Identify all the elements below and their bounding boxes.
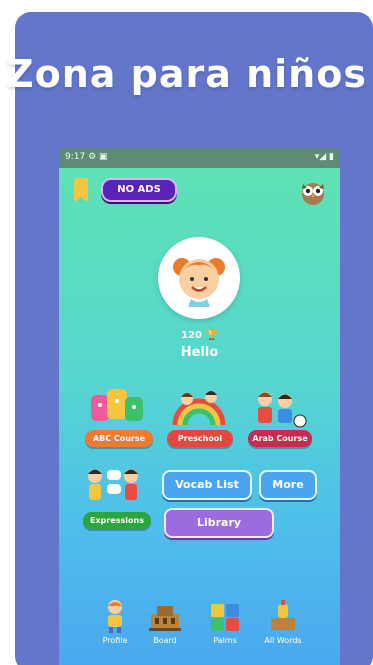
- kids-rainbow-icon: [172, 391, 226, 426]
- vocab-list-button[interactable]: Vocab List: [162, 470, 252, 500]
- preschool-button[interactable]: Preschool: [167, 430, 233, 447]
- expressions-button[interactable]: Expressions: [83, 512, 151, 529]
- abc-letters-icon: [91, 389, 143, 421]
- status-left: 9:17 ⚙ ▣: [65, 152, 108, 162]
- status-right: ▾◢ ▮: [314, 152, 334, 162]
- promo-headline: Zona para niños: [6, 52, 367, 96]
- app-screen: 9:17 ⚙ ▣ ▾◢ ▮ NO ADS 120 🏆 Hello ABC Cou…: [59, 148, 340, 665]
- nav-board[interactable]: Board: [131, 598, 199, 645]
- kid-icon: [108, 600, 122, 633]
- score-display: 120 🏆: [59, 330, 340, 341]
- nav-board-label: Board: [153, 636, 177, 645]
- puzzle-icon: [211, 604, 239, 631]
- nav-all-words[interactable]: All Words: [249, 598, 317, 645]
- arab-course-label: Arab Course: [252, 434, 308, 443]
- owl-icon[interactable]: [299, 178, 327, 206]
- status-bar: 9:17 ⚙ ▣ ▾◢ ▮: [59, 148, 340, 168]
- avatar[interactable]: [158, 237, 240, 319]
- abc-course-button[interactable]: ABC Course: [85, 430, 153, 447]
- bookmark-icon[interactable]: [74, 178, 88, 203]
- greeting: Hello: [180, 345, 219, 360]
- abc-course-label: ABC Course: [92, 434, 146, 443]
- no-ads-button[interactable]: NO ADS: [101, 178, 177, 202]
- more-button[interactable]: More: [259, 470, 317, 500]
- score-value: 120: [181, 330, 202, 341]
- trophy-icon: [271, 600, 295, 630]
- girl-face-icon: [173, 258, 225, 307]
- preschool-label: Preschool: [177, 434, 223, 443]
- building-icon: [149, 606, 181, 631]
- library-button[interactable]: Library: [164, 508, 274, 538]
- nav-all-words-label: All Words: [264, 636, 302, 645]
- trophy-icon: 🏆: [205, 330, 218, 341]
- expressions-label: Expressions: [90, 516, 144, 525]
- kids-talking-icon: [88, 469, 138, 500]
- kids-playing-icon: [258, 392, 307, 428]
- arab-course-button[interactable]: Arab Course: [248, 430, 312, 447]
